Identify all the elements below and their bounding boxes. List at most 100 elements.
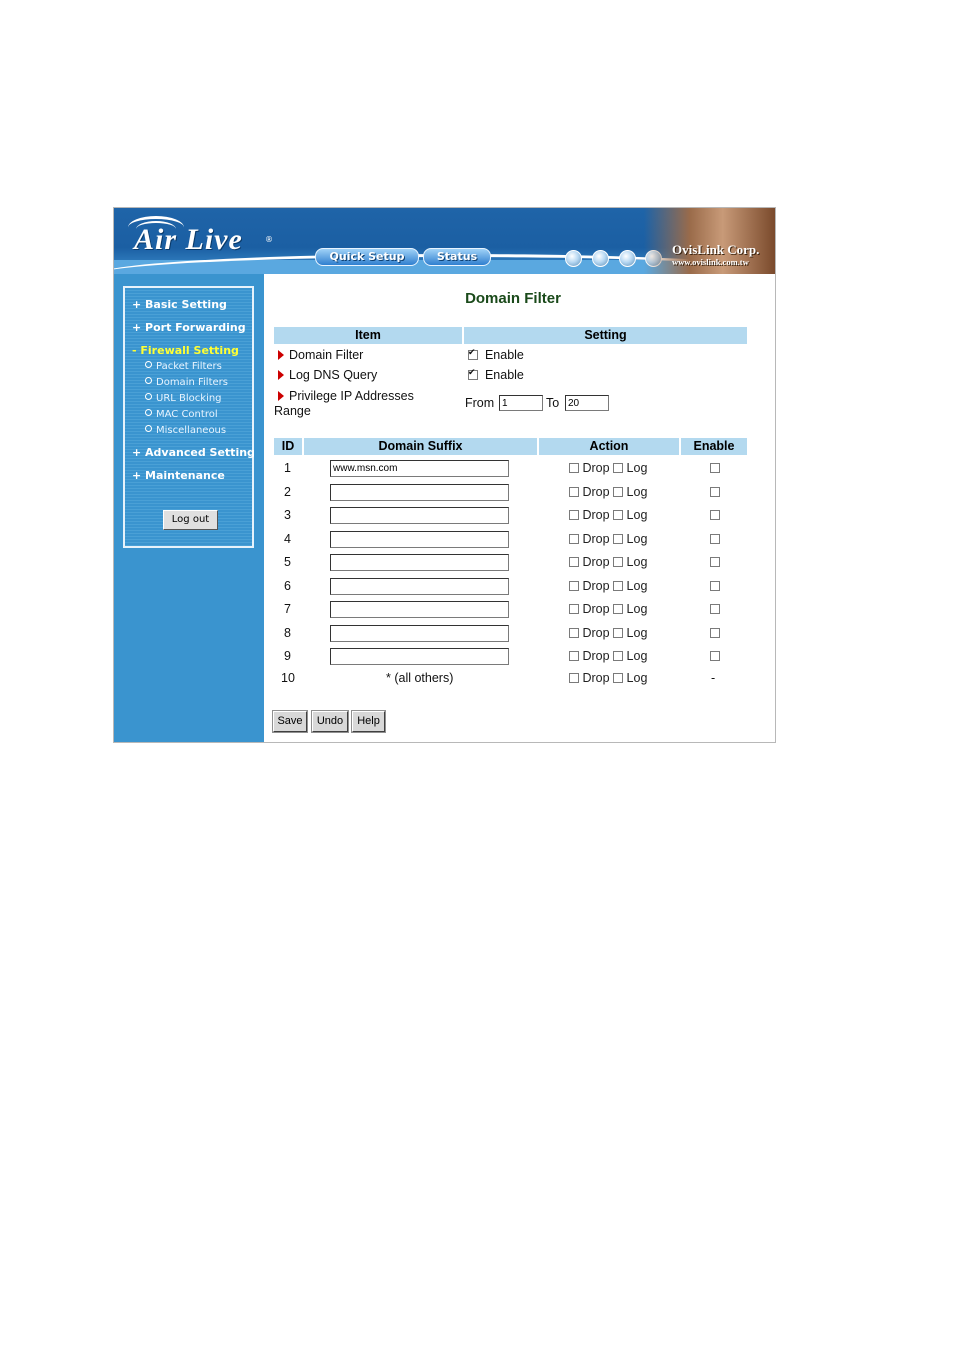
rule-10-action: Drop Log: [569, 671, 647, 685]
drop-label: Drop: [582, 485, 610, 499]
from-label: From: [465, 396, 495, 410]
rule-action: Drop Log: [569, 602, 647, 616]
log-label: Log: [626, 485, 648, 499]
domain-suffix-input[interactable]: [330, 601, 509, 618]
drop-checkbox[interactable]: [569, 534, 579, 544]
help-button[interactable]: Help: [352, 711, 385, 732]
item-label: Privilege IP Addresses: [289, 389, 414, 403]
rule-enable-checkbox[interactable]: [710, 581, 720, 591]
enable-label: Enable: [484, 368, 524, 382]
drop-label: Drop: [582, 671, 610, 685]
domain-suffix-input[interactable]: [330, 507, 509, 524]
domain-suffix-input[interactable]: [330, 531, 509, 548]
subitem-label: Domain Filters: [156, 377, 228, 388]
drop-label: Drop: [582, 649, 610, 663]
log-label: Log: [626, 602, 648, 616]
domain-suffix-input[interactable]: [330, 484, 509, 501]
drop-checkbox[interactable]: [569, 673, 579, 683]
domain-suffix-input[interactable]: [330, 578, 509, 595]
log-checkbox[interactable]: [613, 604, 624, 614]
red-arrow-icon: [278, 370, 284, 380]
rule-id: 9: [284, 649, 291, 663]
item-label: Domain Filter: [289, 348, 364, 362]
log-checkbox[interactable]: [613, 510, 624, 520]
rule-enable-checkbox[interactable]: [710, 604, 720, 614]
rule-enable-checkbox[interactable]: [710, 463, 720, 473]
log-checkbox[interactable]: [613, 581, 624, 591]
log-checkbox[interactable]: [613, 673, 624, 683]
log-checkbox[interactable]: [613, 557, 624, 567]
rule-10-enable-dash: -: [711, 671, 716, 685]
sidebar-subitem-mac-control[interactable]: MAC Control: [145, 409, 218, 420]
drop-label: Drop: [582, 626, 610, 640]
log-label: Log: [626, 461, 648, 475]
privilege-to-input[interactable]: [565, 395, 609, 411]
log-checkbox[interactable]: [613, 628, 624, 638]
save-button[interactable]: Save: [273, 711, 307, 732]
drop-checkbox[interactable]: [569, 463, 579, 473]
item-label: Log DNS Query: [289, 368, 378, 382]
drop-checkbox[interactable]: [569, 557, 579, 567]
sidebar-subitem-domain-filters[interactable]: Domain Filters: [145, 377, 228, 388]
sidebar-subitem-miscellaneous[interactable]: Miscellaneous: [145, 425, 226, 436]
sidebar-item-firewall-setting[interactable]: - Firewall Setting: [132, 344, 239, 357]
domain-suffix-input[interactable]: [330, 648, 509, 665]
drop-checkbox[interactable]: [569, 487, 579, 497]
rule-enable: [710, 579, 720, 593]
sidebar-item-port-forwarding[interactable]: + Port Forwarding: [132, 321, 246, 334]
sidebar-item-maintenance[interactable]: + Maintenance: [132, 469, 225, 482]
bullet-icon: [145, 393, 152, 400]
logout-button[interactable]: Log out: [163, 510, 218, 530]
rule-enable: [710, 649, 720, 663]
domain-filter-label: Domain Filter: [278, 348, 363, 362]
drop-checkbox[interactable]: [569, 581, 579, 591]
rule-enable-checkbox[interactable]: [710, 651, 720, 661]
log-label: Log: [626, 579, 648, 593]
sidebar: + Basic Setting + Port Forwarding - Fire…: [114, 274, 264, 742]
rule-action: Drop Log: [569, 649, 647, 663]
sidebar-item-advanced-setting[interactable]: + Advanced Setting: [132, 446, 255, 459]
drop-checkbox[interactable]: [569, 604, 579, 614]
undo-button[interactable]: Undo: [312, 711, 348, 732]
drop-label: Drop: [582, 508, 610, 522]
domain-suffix-input[interactable]: [330, 460, 509, 477]
drop-checkbox[interactable]: [569, 628, 579, 638]
privilege-from-input[interactable]: [499, 395, 543, 411]
drop-label: Drop: [582, 461, 610, 475]
settings-header-item: Item: [274, 327, 462, 344]
rule-enable-checkbox[interactable]: [710, 510, 720, 520]
rule-action: Drop Log: [569, 461, 647, 475]
rule-action: Drop Log: [569, 532, 647, 546]
log-label: Log: [626, 626, 648, 640]
sidebar-item-basic-setting[interactable]: + Basic Setting: [132, 298, 227, 311]
quick-setup-button[interactable]: Quick Setup: [315, 248, 419, 266]
log-checkbox[interactable]: [613, 534, 624, 544]
subitem-label: Packet Filters: [156, 361, 222, 372]
drop-checkbox[interactable]: [569, 510, 579, 520]
rule-action: Drop Log: [569, 555, 647, 569]
header-banner: Air Live ® Quick Setup Status OvisLink C…: [114, 208, 775, 274]
sidebar-subitem-packet-filters[interactable]: Packet Filters: [145, 361, 222, 372]
log-checkbox[interactable]: [613, 487, 624, 497]
drop-label: Drop: [582, 532, 610, 546]
drop-checkbox[interactable]: [569, 651, 579, 661]
log-dns-query-enable-checkbox[interactable]: [468, 367, 478, 380]
domain-filter-enable-checkbox[interactable]: [468, 347, 478, 360]
rule-enable-checkbox[interactable]: [710, 557, 720, 567]
rule-id: 6: [284, 579, 291, 593]
status-button[interactable]: Status: [423, 248, 491, 266]
rules-header-id: ID: [274, 438, 302, 455]
rule-enable-checkbox[interactable]: [710, 487, 720, 497]
drop-label: Drop: [582, 602, 610, 616]
domain-suffix-input[interactable]: [330, 554, 509, 571]
rule-enable: [710, 626, 720, 640]
main-content: Domain Filter Item Setting Domain Filter…: [264, 274, 775, 742]
sidebar-subitem-url-blocking[interactable]: URL Blocking: [145, 393, 222, 404]
rule-enable-checkbox[interactable]: [710, 534, 720, 544]
domain-suffix-input[interactable]: [330, 625, 509, 642]
subitem-label: Miscellaneous: [156, 425, 227, 436]
rule-enable-checkbox[interactable]: [710, 628, 720, 638]
log-checkbox[interactable]: [613, 463, 624, 473]
log-checkbox[interactable]: [613, 651, 624, 661]
rule-id: 2: [284, 485, 291, 499]
